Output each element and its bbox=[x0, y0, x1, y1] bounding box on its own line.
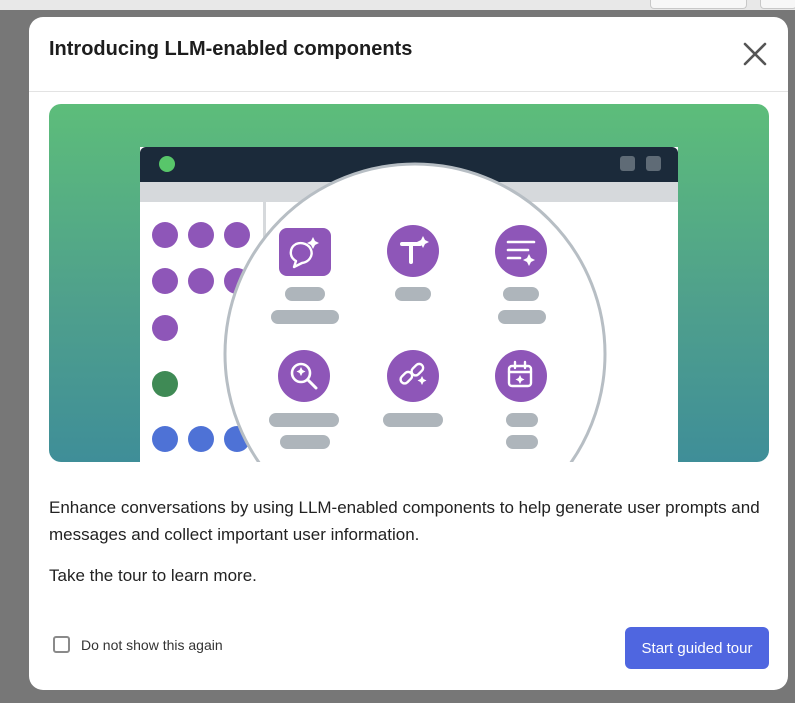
window-control-icon bbox=[620, 156, 635, 171]
do-not-show-again-checkbox[interactable]: Do not show this again bbox=[53, 636, 223, 653]
modal-title: Introducing LLM-enabled components bbox=[49, 38, 413, 60]
tour-prompt: Take the tour to learn more. bbox=[49, 566, 257, 585]
intro-modal: Introducing LLM-enabled components Enhan… bbox=[29, 17, 788, 690]
search-sparkle-icon bbox=[278, 350, 330, 402]
calendar-sparkle-icon bbox=[495, 350, 547, 402]
close-icon[interactable] bbox=[736, 35, 774, 73]
start-guided-tour-button[interactable]: Start guided tour bbox=[625, 627, 769, 669]
background-window-strip bbox=[0, 0, 795, 10]
text-sparkle-icon bbox=[387, 225, 439, 277]
chat-sparkle-icon bbox=[279, 228, 331, 276]
background-tab bbox=[650, 0, 747, 9]
hero-illustration bbox=[49, 104, 769, 462]
background-tab bbox=[760, 0, 795, 9]
modal-description: Enhance conversations by using LLM-enabl… bbox=[49, 498, 760, 544]
checkbox-box[interactable] bbox=[53, 636, 70, 653]
list-sparkle-icon bbox=[495, 225, 547, 277]
window-control-icon bbox=[646, 156, 661, 171]
window-dot-icon bbox=[159, 156, 175, 172]
modal-header: Introducing LLM-enabled components bbox=[29, 17, 788, 92]
link-sparkle-icon bbox=[387, 350, 439, 402]
checkbox-label: Do not show this again bbox=[81, 636, 223, 653]
